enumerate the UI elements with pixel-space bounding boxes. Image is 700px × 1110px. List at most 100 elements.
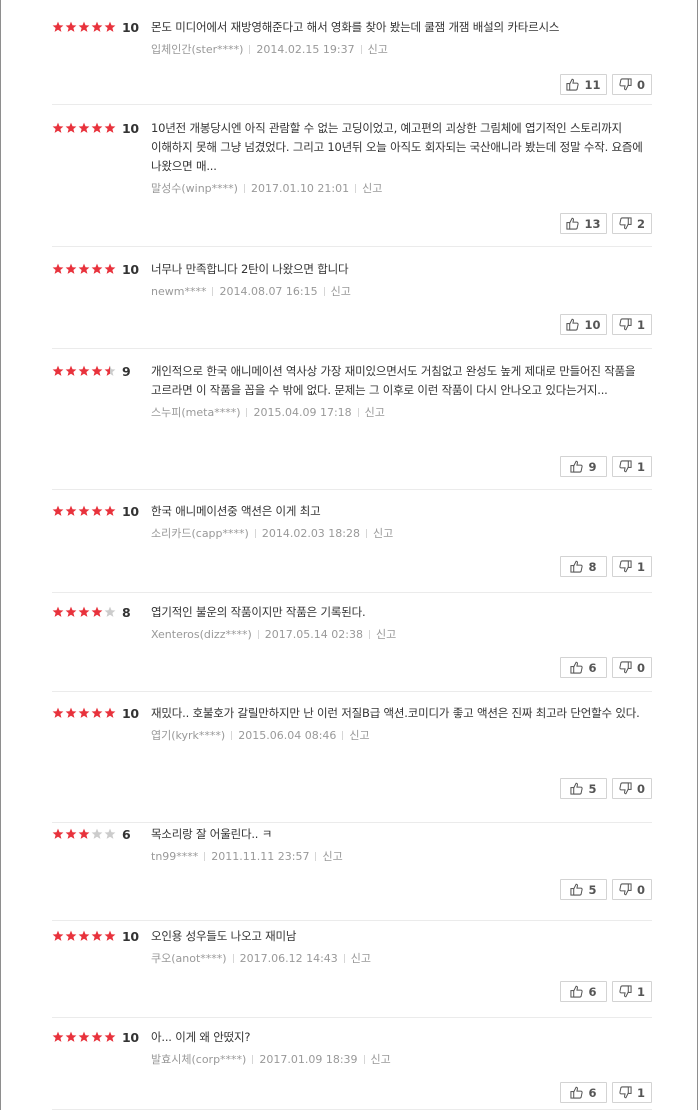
like-count: 10: [584, 317, 601, 332]
divider: [315, 851, 317, 861]
review-meta: 쿠오(anot****) 2017.06.12 14:43 신고: [151, 950, 643, 966]
divider: [368, 629, 370, 639]
star-icon: [52, 122, 64, 133]
review-item: 10 아... 이게 왜 안떴지? 발효시체(corp****) 2017.01.09…: [52, 1027, 652, 1110]
report-link[interactable]: 신고: [331, 283, 351, 299]
dislike-button[interactable]: 0: [612, 74, 652, 95]
dislike-button[interactable]: 1: [612, 981, 652, 1002]
like-count: 6: [588, 660, 597, 675]
dislike-button[interactable]: 0: [612, 778, 652, 799]
dislike-button[interactable]: 1: [612, 1082, 652, 1103]
thumbs-down-icon: [619, 318, 632, 331]
star-icon: [52, 263, 64, 274]
dislike-button[interactable]: 1: [612, 456, 652, 477]
star-icon: [91, 21, 103, 32]
star-icon: [52, 1031, 64, 1042]
thumbs-up-icon: [570, 883, 584, 896]
divider: [366, 528, 368, 538]
report-link[interactable]: 신고: [322, 848, 342, 864]
review-body: 목소리랑 잘 어울린다.. ㅋ tn99**** 2011.11.11 23:57 신…: [151, 824, 643, 864]
like-button[interactable]: 9: [560, 456, 607, 477]
like-button[interactable]: 6: [560, 1082, 607, 1103]
star-icon: [78, 930, 90, 941]
divider: [232, 953, 234, 963]
divider: [252, 1054, 254, 1064]
review-author: 스누피(meta****): [151, 406, 241, 419]
vote-buttons: 10 1: [560, 314, 652, 335]
rating-score: 10: [122, 928, 139, 944]
thumbs-up-icon: [570, 985, 584, 998]
like-button[interactable]: 8: [560, 556, 607, 577]
report-link[interactable]: 신고: [351, 950, 371, 966]
vote-buttons: 13 2: [560, 213, 652, 234]
star-icon: [78, 828, 90, 839]
star-empty-icon: [91, 828, 103, 839]
dislike-button[interactable]: 1: [612, 556, 652, 577]
like-button[interactable]: 10: [560, 314, 607, 335]
star-icon: [91, 930, 103, 941]
report-link[interactable]: 신고: [362, 180, 382, 196]
dislike-count: 1: [636, 459, 645, 474]
like-count: 8: [588, 559, 597, 574]
review-date: 2017.01.09 18:39: [259, 1052, 358, 1066]
review-body: 너무나 만족합니다 2탄이 나왔으면 합니다 newm**** 2014.08.07…: [151, 259, 643, 299]
like-button[interactable]: 5: [560, 879, 607, 900]
star-icon: [104, 263, 116, 274]
vote-buttons: 61: [560, 1082, 652, 1103]
dislike-button[interactable]: 1: [612, 314, 652, 335]
dislike-button[interactable]: 0: [612, 879, 652, 900]
star-icon: [104, 1031, 116, 1042]
star-icon: [78, 707, 90, 718]
dislike-button[interactable]: 0: [612, 657, 652, 678]
star-empty-icon: [104, 606, 116, 617]
divider: [343, 953, 345, 963]
review-text: 개인적으로 한국 애니메이션 역사상 가장 재미있으면서도 거침없고 완성도 높…: [151, 364, 636, 397]
star-rating: [52, 707, 116, 719]
review-text: 몬도 미디어에서 재방영해준다고 해서 영화를 찾아 봤는데 쿨잼 개잼 배설의…: [151, 20, 560, 34]
report-link[interactable]: 신고: [365, 404, 385, 420]
report-link[interactable]: 신고: [371, 1051, 391, 1067]
review-date: 2011.11.11 23:57: [211, 849, 310, 863]
review-meta: newm**** 2014.08.07 16:15 신고: [151, 283, 643, 299]
star-icon: [52, 606, 64, 617]
review-text: 10년전 개봉당시엔 아직 관람할 수 없는 고딩이었고, 예고편의 괴상한 그…: [151, 121, 643, 173]
report-link[interactable]: 신고: [368, 41, 388, 57]
thumbs-up-icon: [570, 560, 584, 573]
star-icon: [78, 122, 90, 133]
like-count: 6: [588, 984, 597, 999]
like-button[interactable]: 11: [560, 74, 607, 95]
like-button[interactable]: 6: [560, 981, 607, 1002]
star-icon: [91, 505, 103, 516]
like-button[interactable]: 6: [560, 657, 607, 678]
star-icon: [78, 365, 90, 376]
divider: [363, 1054, 365, 1064]
review-date: 2014.08.07 16:15: [219, 284, 318, 298]
like-button[interactable]: 5: [560, 778, 607, 799]
divider: [249, 44, 251, 54]
review-text: 오인용 성우들도 나오고 재미남: [151, 929, 297, 943]
divider: [231, 730, 233, 740]
review-body: 개인적으로 한국 애니메이션 역사상 가장 재미있으면서도 거침없고 완성도 높…: [151, 361, 643, 420]
report-link[interactable]: 신고: [373, 525, 393, 541]
star-icon: [52, 505, 64, 516]
rating-score: 6: [122, 826, 131, 842]
divider: [243, 183, 245, 193]
star-rating: [52, 365, 116, 377]
thumbs-down-icon: [619, 560, 632, 573]
like-button[interactable]: 13: [560, 213, 607, 234]
review-date: 2017.05.14 02:38: [264, 627, 363, 641]
review-meta: 스누피(meta****) 2015.04.09 17:18 신고: [151, 404, 643, 420]
vote-buttons: 11 0: [560, 74, 652, 95]
dislike-count: 1: [636, 317, 645, 332]
review-author: 엽기(kyrk****): [151, 729, 226, 742]
report-link[interactable]: 신고: [349, 727, 369, 743]
star-icon: [65, 365, 77, 376]
report-link[interactable]: 신고: [376, 626, 396, 642]
dislike-button[interactable]: 2: [612, 213, 652, 234]
thumbs-down-icon: [619, 883, 632, 896]
thumbs-down-icon: [619, 985, 632, 998]
star-icon: [65, 707, 77, 718]
review-date: 2014.02.03 18:28: [261, 526, 361, 540]
star-icon: [78, 21, 90, 32]
star-icon: [65, 606, 77, 617]
